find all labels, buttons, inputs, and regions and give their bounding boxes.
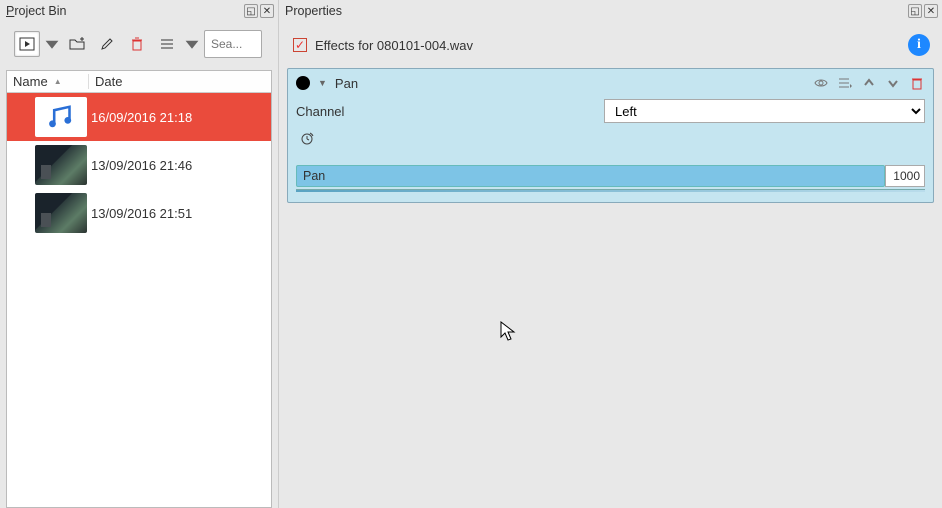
effect-color-dot[interactable] [296,76,310,90]
detach-panel-button[interactable]: ◱ [908,4,922,18]
column-date[interactable]: Date [89,74,271,89]
keyframe-row [296,127,925,149]
add-folder-button[interactable] [64,31,90,57]
effect-header: ▼ Pan [296,75,925,91]
pan-underline [296,189,925,192]
project-bin-title: Project Bin [6,4,242,18]
clip-row[interactable]: 13/09/2016 21:46 [7,141,271,189]
pan-value-input[interactable]: 1000 [885,165,925,187]
pan-slider-row: Pan 1000 [296,163,925,189]
project-bin-panel: Project Bin ◱ ✕ Name ▲ [0,0,278,508]
bin-rows: 16/09/2016 21:18 13/09/2016 21:46 13/09/… [7,93,271,507]
add-clip-button[interactable] [14,31,40,57]
channel-select[interactable]: Left [604,99,925,123]
pan-param-label: Pan [303,169,325,183]
preset-icon[interactable] [837,75,853,91]
visibility-icon[interactable] [813,75,829,91]
add-clip-dropdown[interactable] [44,31,60,57]
column-name-label: Name [13,74,48,89]
bin-column-headers: Name ▲ Date [7,71,271,93]
effects-for-label: Effects for 080101-004.wav [315,38,908,53]
sort-asc-icon: ▲ [54,77,62,86]
move-down-icon[interactable] [885,75,901,91]
properties-title: Properties [285,4,906,18]
clip-date: 16/09/2016 21:18 [87,110,192,125]
delete-clip-button[interactable] [124,31,150,57]
project-bin-toolbar [0,22,278,70]
channel-row: Channel Left [296,99,925,123]
effect-pan: ▼ Pan Channel Left [287,68,934,203]
keyframe-icon[interactable] [296,127,318,149]
effects-enabled-checkbox[interactable]: ✓ [293,38,307,52]
close-panel-button[interactable]: ✕ [260,4,274,18]
delete-effect-icon[interactable] [909,75,925,91]
close-panel-button[interactable]: ✕ [924,4,938,18]
view-mode-button[interactable] [154,31,180,57]
edit-clip-button[interactable] [94,31,120,57]
pan-slider[interactable]: Pan [296,165,885,187]
video-thumbnail-icon [35,145,87,185]
move-up-icon[interactable] [861,75,877,91]
detach-panel-button[interactable]: ◱ [244,4,258,18]
view-mode-dropdown[interactable] [184,31,200,57]
clip-row[interactable]: 13/09/2016 21:51 [7,189,271,237]
effect-name: Pan [335,76,805,91]
video-thumbnail-icon [35,193,87,233]
info-icon[interactable]: i [908,34,930,56]
clip-date: 13/09/2016 21:51 [87,206,192,221]
project-bin-list: Name ▲ Date 16/09/2016 21:18 13/09/2016 … [6,70,272,508]
properties-header: Properties ◱ ✕ [279,0,942,22]
channel-label: Channel [296,104,596,119]
search-input[interactable] [204,30,262,58]
column-name[interactable]: Name ▲ [7,74,89,89]
project-bin-header: Project Bin ◱ ✕ [0,0,278,22]
clip-date: 13/09/2016 21:46 [87,158,192,173]
clip-row[interactable]: 16/09/2016 21:18 [7,93,271,141]
column-date-label: Date [95,74,122,89]
audio-thumbnail-icon [35,97,87,137]
properties-panel: Properties ◱ ✕ ✓ Effects for 080101-004.… [278,0,942,508]
effects-toggle-row: ✓ Effects for 080101-004.wav i [279,22,942,64]
collapse-icon[interactable]: ▼ [318,78,327,88]
